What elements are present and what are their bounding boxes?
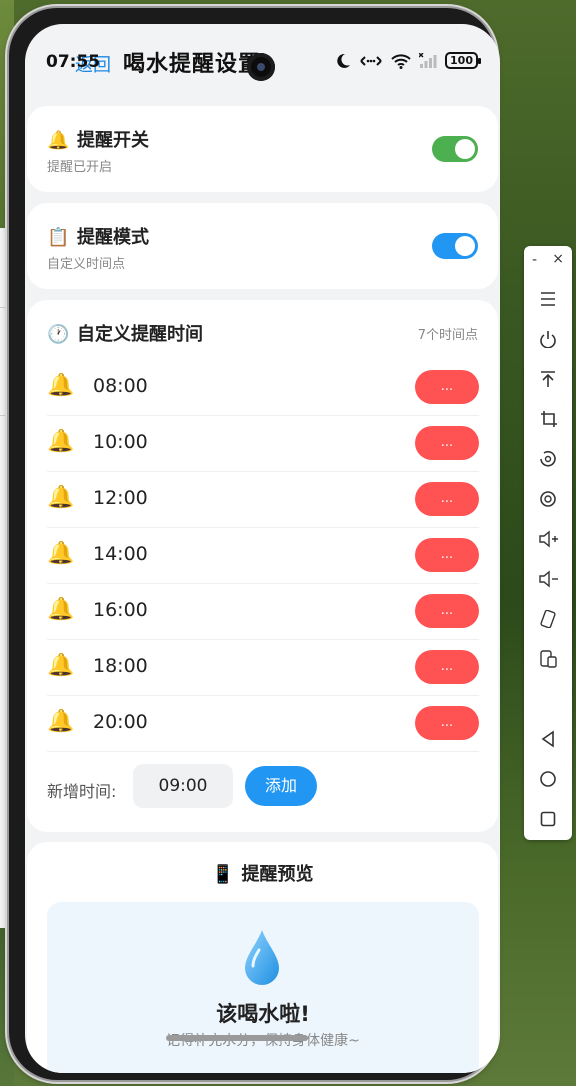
time-value: 14:00 <box>93 543 148 565</box>
custom-times-title: 自定义提醒时间 <box>77 324 203 345</box>
close-button[interactable]: × <box>552 251 564 267</box>
back-nav-icon[interactable] <box>524 730 572 748</box>
location-icon[interactable] <box>524 490 572 508</box>
time-value: 12:00 <box>93 487 148 509</box>
bell-icon: 🔔 <box>47 597 75 622</box>
bell-icon: 🔔 <box>47 541 75 566</box>
reminder-mode-title: 提醒模式 <box>77 227 149 248</box>
add-time-button[interactable]: 添加 <box>245 766 317 806</box>
new-time-input[interactable]: 09:00 <box>133 764 233 808</box>
more-button[interactable]: ... <box>415 538 479 572</box>
reminder-switch-title: 提醒开关 <box>77 130 149 151</box>
volume-up-icon[interactable] <box>524 530 572 548</box>
more-button[interactable]: ... <box>415 706 479 740</box>
multi-device-icon[interactable] <box>524 650 572 668</box>
reminder-switch-toggle[interactable] <box>432 136 478 162</box>
bell-icon: 🔔 <box>47 373 75 398</box>
battery-indicator: 100 <box>445 52 481 69</box>
more-button[interactable]: ... <box>415 650 479 684</box>
status-time: 07:55 <box>46 52 101 72</box>
notification-preview: 该喝水啦! 记得补充水分，保持身体健康~ <box>47 902 479 1073</box>
reminder-mode-toggle[interactable] <box>432 233 478 259</box>
wifi-icon <box>391 53 411 69</box>
bell-icon: 🔔 <box>47 709 75 734</box>
power-icon[interactable] <box>524 330 572 348</box>
emulator-toolbar: - × <box>524 246 572 840</box>
time-value: 20:00 <box>93 711 148 733</box>
signal-icon <box>419 52 437 68</box>
status-bar: 返回 07:55 喝水提醒设置 100 <box>25 24 500 84</box>
time-value: 10:00 <box>93 431 148 453</box>
toggle-knob <box>455 236 475 256</box>
time-row: 🔔 20:00 ... <box>47 695 479 752</box>
more-button[interactable]: ... <box>415 426 479 460</box>
toggle-knob <box>455 139 475 159</box>
upload-icon[interactable] <box>524 370 572 388</box>
home-indicator[interactable] <box>166 1035 308 1041</box>
moon-icon <box>337 53 351 68</box>
time-value: 08:00 <box>93 375 148 397</box>
more-button[interactable]: ... <box>415 594 479 628</box>
reminder-mode-card: 📋 提醒模式 自定义时间点 <box>27 203 498 289</box>
time-row: 🔔 16:00 ... <box>47 583 479 640</box>
home-nav-icon[interactable] <box>524 770 572 788</box>
shake-icon[interactable] <box>524 610 572 628</box>
minimize-button[interactable]: - <box>532 252 537 268</box>
page-title: 喝水提醒设置 <box>123 52 262 77</box>
status-icons: 100 <box>335 52 481 69</box>
new-time-label: 新增时间: <box>47 782 117 801</box>
rotate-icon[interactable] <box>524 450 572 468</box>
recents-nav-icon[interactable] <box>524 810 572 828</box>
front-camera <box>247 53 275 81</box>
preview-title: 提醒预览 <box>241 864 314 885</box>
time-row: 🔔 10:00 ... <box>47 415 479 472</box>
time-row: 🔔 12:00 ... <box>47 471 479 528</box>
volume-down-icon[interactable] <box>524 570 572 588</box>
time-count: 7个时间点 <box>417 328 478 343</box>
time-value: 16:00 <box>93 599 148 621</box>
bell-icon: 🔔 <box>47 485 75 510</box>
bell-icon: 🔔 <box>47 130 70 151</box>
time-value: 18:00 <box>93 655 148 677</box>
menu-icon[interactable] <box>524 290 572 308</box>
phone-icon: 📱 <box>211 864 234 885</box>
water-drop-icon <box>245 930 279 985</box>
clock-icon: 🕐 <box>47 324 70 345</box>
reminder-switch-card: 🔔 提醒开关 提醒已开启 <box>27 106 498 192</box>
time-row: 🔔 08:00 ... <box>47 359 479 416</box>
reminder-switch-status: 提醒已开启 <box>47 160 113 175</box>
bell-icon: 🔔 <box>47 429 75 454</box>
more-button[interactable]: ... <box>415 370 479 404</box>
time-row: 🔔 18:00 ... <box>47 639 479 696</box>
clipboard-icon: 📋 <box>47 227 70 248</box>
notification-title: 该喝水啦! <box>216 1002 310 1026</box>
more-button[interactable]: ... <box>415 482 479 516</box>
custom-times-card: 🕐 自定义提醒时间 7个时间点 🔔 08:00 ... 🔔 10:00 ... 🔔… <box>27 300 498 832</box>
phone-frame: 返回 07:55 喝水提醒设置 100 🔔 提醒开关 提醒已开启 📋 提醒模式 … <box>9 8 500 1080</box>
data-transfer-icon <box>360 55 382 66</box>
bell-icon: 🔔 <box>47 653 75 678</box>
app-screen: 返回 07:55 喝水提醒设置 100 🔔 提醒开关 提醒已开启 📋 提醒模式 … <box>25 24 500 1073</box>
time-row: 🔔 14:00 ... <box>47 527 479 584</box>
reminder-mode-value: 自定义时间点 <box>47 257 126 272</box>
crop-icon[interactable] <box>524 410 572 428</box>
